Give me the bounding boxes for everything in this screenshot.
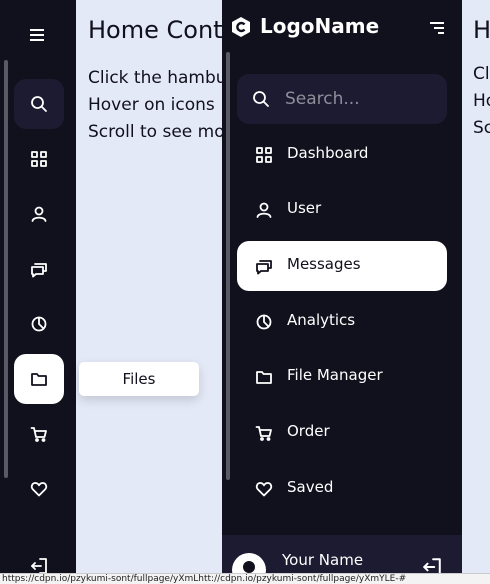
home-section: Home Content Click the hamburger icon Ho… <box>76 0 222 584</box>
sidebar-item-messages[interactable]: Messages <box>237 241 447 291</box>
sidebar-item-analytics[interactable]: Analytics <box>237 297 447 347</box>
home-text-line-1: Click the hamburger icon <box>473 64 490 84</box>
url-status-bar: https://cdpn.io/pzykumi-sont/fullpage/yX… <box>0 573 490 584</box>
search-icon[interactable] <box>252 90 270 108</box>
search-input[interactable] <box>285 86 435 112</box>
sidebar-item-label: Dashboard <box>287 144 369 162</box>
collapsed-item-file-manager[interactable] <box>14 354 64 404</box>
collapsed-sidebar-scrollbar[interactable] <box>4 60 8 478</box>
pie-chart-icon <box>256 314 272 330</box>
home-text-line-3: Scroll to see more <box>88 122 222 142</box>
home-section-right: Home Content Click the hamburger icon Ho… <box>462 0 490 584</box>
home-text-line-1: Click the hamburger icon <box>88 68 222 88</box>
logo-icon <box>232 17 250 37</box>
chat-icon <box>256 260 272 275</box>
sidebar-item-user[interactable]: User <box>237 185 447 235</box>
sidebar-item-saved[interactable]: Saved <box>237 464 447 514</box>
cart-icon <box>30 427 47 442</box>
logo-name: LogoName <box>260 14 380 38</box>
tooltip-files: Files <box>79 362 199 396</box>
sidebar-item-order[interactable]: Order <box>237 408 447 458</box>
search-box <box>237 74 447 124</box>
grid-icon <box>256 147 272 163</box>
cart-icon <box>255 426 272 441</box>
sidebar-item-label: Analytics <box>287 311 356 329</box>
collapsed-item-dashboard[interactable] <box>14 134 64 184</box>
collapsed-item-order[interactable] <box>14 409 64 459</box>
sidebar-item-file-manager[interactable]: File Manager <box>237 352 447 402</box>
home-text-line-3: Scroll to see more <box>473 118 490 138</box>
home-title: Home Content <box>88 16 222 44</box>
sidebar-item-label: Order <box>287 422 330 440</box>
hamburger-icon[interactable] <box>22 24 52 46</box>
sidebar-item-dashboard[interactable]: Dashboard <box>237 130 447 180</box>
collapsed-item-messages[interactable] <box>14 244 64 294</box>
menu-alt-icon[interactable] <box>428 20 446 36</box>
user-icon <box>256 202 272 218</box>
user-icon <box>31 206 47 222</box>
collapsed-item-saved[interactable] <box>14 464 64 514</box>
sidebar-item-label: Messages <box>287 255 361 273</box>
search-icon <box>31 96 47 112</box>
expanded-sidebar-scrollbar[interactable] <box>226 52 230 480</box>
home-text-line-2: Hover on icons <box>88 95 215 115</box>
collapsed-sidebar <box>0 0 76 584</box>
collapsed-item-user[interactable] <box>14 189 64 239</box>
home-title: Home Content <box>473 16 490 44</box>
folder-icon <box>256 371 272 384</box>
profile-name: Your Name <box>282 551 364 569</box>
collapsed-item-analytics[interactable] <box>14 299 64 349</box>
sidebar-item-label: User <box>287 199 322 217</box>
grid-icon <box>31 151 47 167</box>
home-text-line-2: Hover on icons <box>473 91 490 111</box>
heart-icon <box>255 482 273 497</box>
folder-icon <box>31 373 47 386</box>
pie-chart-icon <box>31 316 47 332</box>
sidebar-item-label: Saved <box>287 478 334 496</box>
heart-icon <box>30 482 48 497</box>
sidebar-item-label: File Manager <box>287 366 383 384</box>
chat-icon <box>31 263 47 278</box>
collapsed-search-button[interactable] <box>14 79 64 129</box>
expanded-sidebar: LogoName Dashboard User Messages Analyti… <box>222 0 462 584</box>
